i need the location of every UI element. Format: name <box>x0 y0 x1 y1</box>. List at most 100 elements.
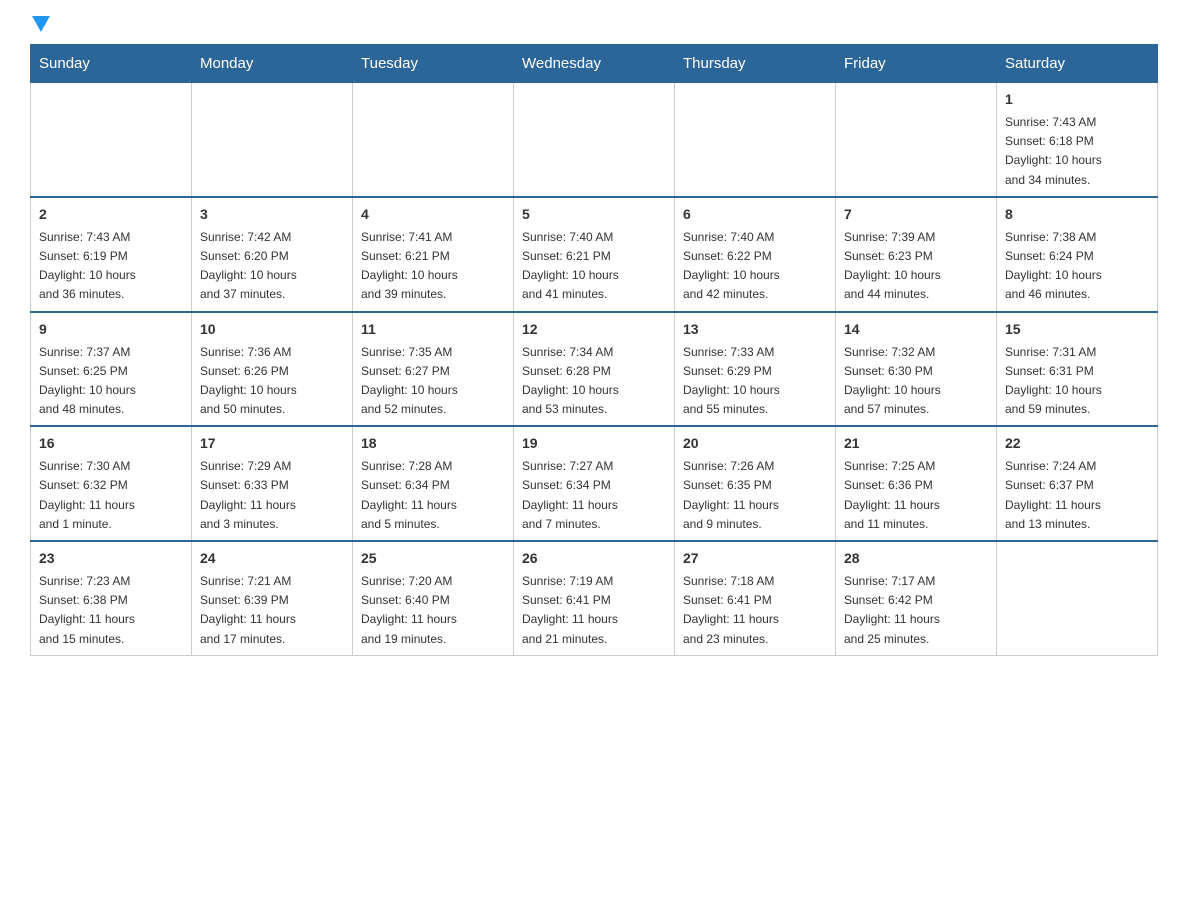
calendar-table: SundayMondayTuesdayWednesdayThursdayFrid… <box>30 44 1158 656</box>
calendar-week-row: 16 Sunrise: 7:30 AM Sunset: 6:32 PM Dayli… <box>31 426 1158 541</box>
calendar-cell: 18 Sunrise: 7:28 AM Sunset: 6:34 PM Dayli… <box>353 426 514 541</box>
calendar-header-thursday: Thursday <box>675 45 836 83</box>
day-number: 11 <box>361 319 505 340</box>
day-number: 26 <box>522 548 666 569</box>
calendar-cell <box>31 83 192 197</box>
day-number: 7 <box>844 204 988 225</box>
day-info: Sunrise: 7:23 AM Sunset: 6:38 PM Dayligh… <box>39 572 183 649</box>
calendar-week-row: 2 Sunrise: 7:43 AM Sunset: 6:19 PM Daylig… <box>31 197 1158 312</box>
calendar-cell: 4 Sunrise: 7:41 AM Sunset: 6:21 PM Daylig… <box>353 197 514 312</box>
day-info: Sunrise: 7:21 AM Sunset: 6:39 PM Dayligh… <box>200 572 344 649</box>
day-number: 25 <box>361 548 505 569</box>
calendar-cell: 9 Sunrise: 7:37 AM Sunset: 6:25 PM Daylig… <box>31 312 192 427</box>
day-number: 24 <box>200 548 344 569</box>
calendar-cell <box>997 541 1158 655</box>
calendar-cell: 20 Sunrise: 7:26 AM Sunset: 6:35 PM Dayli… <box>675 426 836 541</box>
day-info: Sunrise: 7:18 AM Sunset: 6:41 PM Dayligh… <box>683 572 827 649</box>
day-number: 20 <box>683 433 827 454</box>
calendar-cell: 6 Sunrise: 7:40 AM Sunset: 6:22 PM Daylig… <box>675 197 836 312</box>
calendar-cell: 27 Sunrise: 7:18 AM Sunset: 6:41 PM Dayli… <box>675 541 836 655</box>
day-number: 27 <box>683 548 827 569</box>
calendar-cell: 16 Sunrise: 7:30 AM Sunset: 6:32 PM Dayli… <box>31 426 192 541</box>
day-number: 10 <box>200 319 344 340</box>
day-info: Sunrise: 7:43 AM Sunset: 6:19 PM Dayligh… <box>39 228 183 305</box>
calendar-week-row: 9 Sunrise: 7:37 AM Sunset: 6:25 PM Daylig… <box>31 312 1158 427</box>
calendar-cell: 12 Sunrise: 7:34 AM Sunset: 6:28 PM Dayli… <box>514 312 675 427</box>
day-info: Sunrise: 7:32 AM Sunset: 6:30 PM Dayligh… <box>844 343 988 420</box>
calendar-cell: 5 Sunrise: 7:40 AM Sunset: 6:21 PM Daylig… <box>514 197 675 312</box>
day-info: Sunrise: 7:20 AM Sunset: 6:40 PM Dayligh… <box>361 572 505 649</box>
calendar-cell <box>836 83 997 197</box>
calendar-cell: 17 Sunrise: 7:29 AM Sunset: 6:33 PM Dayli… <box>192 426 353 541</box>
calendar-header-tuesday: Tuesday <box>353 45 514 83</box>
logo <box>30 20 50 34</box>
calendar-cell <box>192 83 353 197</box>
day-number: 1 <box>1005 89 1149 110</box>
day-info: Sunrise: 7:19 AM Sunset: 6:41 PM Dayligh… <box>522 572 666 649</box>
day-info: Sunrise: 7:25 AM Sunset: 6:36 PM Dayligh… <box>844 457 988 534</box>
calendar-cell: 19 Sunrise: 7:27 AM Sunset: 6:34 PM Dayli… <box>514 426 675 541</box>
day-number: 28 <box>844 548 988 569</box>
calendar-cell: 13 Sunrise: 7:33 AM Sunset: 6:29 PM Dayli… <box>675 312 836 427</box>
day-info: Sunrise: 7:28 AM Sunset: 6:34 PM Dayligh… <box>361 457 505 534</box>
day-number: 22 <box>1005 433 1149 454</box>
day-number: 16 <box>39 433 183 454</box>
day-info: Sunrise: 7:24 AM Sunset: 6:37 PM Dayligh… <box>1005 457 1149 534</box>
calendar-cell: 24 Sunrise: 7:21 AM Sunset: 6:39 PM Dayli… <box>192 541 353 655</box>
calendar-cell: 28 Sunrise: 7:17 AM Sunset: 6:42 PM Dayli… <box>836 541 997 655</box>
calendar-cell <box>353 83 514 197</box>
day-number: 5 <box>522 204 666 225</box>
calendar-cell: 10 Sunrise: 7:36 AM Sunset: 6:26 PM Dayli… <box>192 312 353 427</box>
day-info: Sunrise: 7:33 AM Sunset: 6:29 PM Dayligh… <box>683 343 827 420</box>
day-info: Sunrise: 7:17 AM Sunset: 6:42 PM Dayligh… <box>844 572 988 649</box>
calendar-cell: 25 Sunrise: 7:20 AM Sunset: 6:40 PM Dayli… <box>353 541 514 655</box>
day-info: Sunrise: 7:34 AM Sunset: 6:28 PM Dayligh… <box>522 343 666 420</box>
day-info: Sunrise: 7:26 AM Sunset: 6:35 PM Dayligh… <box>683 457 827 534</box>
day-number: 23 <box>39 548 183 569</box>
day-info: Sunrise: 7:43 AM Sunset: 6:18 PM Dayligh… <box>1005 113 1149 190</box>
page-header <box>30 20 1158 34</box>
day-number: 2 <box>39 204 183 225</box>
day-number: 18 <box>361 433 505 454</box>
day-number: 8 <box>1005 204 1149 225</box>
day-number: 15 <box>1005 319 1149 340</box>
day-info: Sunrise: 7:41 AM Sunset: 6:21 PM Dayligh… <box>361 228 505 305</box>
day-number: 9 <box>39 319 183 340</box>
calendar-cell: 23 Sunrise: 7:23 AM Sunset: 6:38 PM Dayli… <box>31 541 192 655</box>
day-number: 13 <box>683 319 827 340</box>
day-info: Sunrise: 7:36 AM Sunset: 6:26 PM Dayligh… <box>200 343 344 420</box>
calendar-cell: 2 Sunrise: 7:43 AM Sunset: 6:19 PM Daylig… <box>31 197 192 312</box>
calendar-cell: 26 Sunrise: 7:19 AM Sunset: 6:41 PM Dayli… <box>514 541 675 655</box>
day-number: 12 <box>522 319 666 340</box>
calendar-cell: 15 Sunrise: 7:31 AM Sunset: 6:31 PM Dayli… <box>997 312 1158 427</box>
day-info: Sunrise: 7:42 AM Sunset: 6:20 PM Dayligh… <box>200 228 344 305</box>
day-info: Sunrise: 7:29 AM Sunset: 6:33 PM Dayligh… <box>200 457 344 534</box>
calendar-cell: 1 Sunrise: 7:43 AM Sunset: 6:18 PM Daylig… <box>997 83 1158 197</box>
calendar-cell <box>514 83 675 197</box>
calendar-cell: 22 Sunrise: 7:24 AM Sunset: 6:37 PM Dayli… <box>997 426 1158 541</box>
day-number: 3 <box>200 204 344 225</box>
day-info: Sunrise: 7:38 AM Sunset: 6:24 PM Dayligh… <box>1005 228 1149 305</box>
calendar-cell <box>675 83 836 197</box>
calendar-week-row: 1 Sunrise: 7:43 AM Sunset: 6:18 PM Daylig… <box>31 83 1158 197</box>
calendar-header-saturday: Saturday <box>997 45 1158 83</box>
calendar-cell: 14 Sunrise: 7:32 AM Sunset: 6:30 PM Dayli… <box>836 312 997 427</box>
day-info: Sunrise: 7:27 AM Sunset: 6:34 PM Dayligh… <box>522 457 666 534</box>
day-info: Sunrise: 7:31 AM Sunset: 6:31 PM Dayligh… <box>1005 343 1149 420</box>
calendar-cell: 21Sunrise: 7:25 AM Sunset: 6:36 PM Dayli… <box>836 426 997 541</box>
day-number: 6 <box>683 204 827 225</box>
calendar-cell: 8 Sunrise: 7:38 AM Sunset: 6:24 PM Daylig… <box>997 197 1158 312</box>
day-number: 4 <box>361 204 505 225</box>
day-info: Sunrise: 7:37 AM Sunset: 6:25 PM Dayligh… <box>39 343 183 420</box>
calendar-header-monday: Monday <box>192 45 353 83</box>
calendar-header-friday: Friday <box>836 45 997 83</box>
calendar-header-wednesday: Wednesday <box>514 45 675 83</box>
day-info: Sunrise: 7:30 AM Sunset: 6:32 PM Dayligh… <box>39 457 183 534</box>
logo-triangle-icon <box>32 16 50 34</box>
day-info: Sunrise: 7:39 AM Sunset: 6:23 PM Dayligh… <box>844 228 988 305</box>
day-number: 19 <box>522 433 666 454</box>
day-info: Sunrise: 7:40 AM Sunset: 6:22 PM Dayligh… <box>683 228 827 305</box>
day-info: Sunrise: 7:40 AM Sunset: 6:21 PM Dayligh… <box>522 228 666 305</box>
day-number: 14 <box>844 319 988 340</box>
day-number: 17 <box>200 433 344 454</box>
